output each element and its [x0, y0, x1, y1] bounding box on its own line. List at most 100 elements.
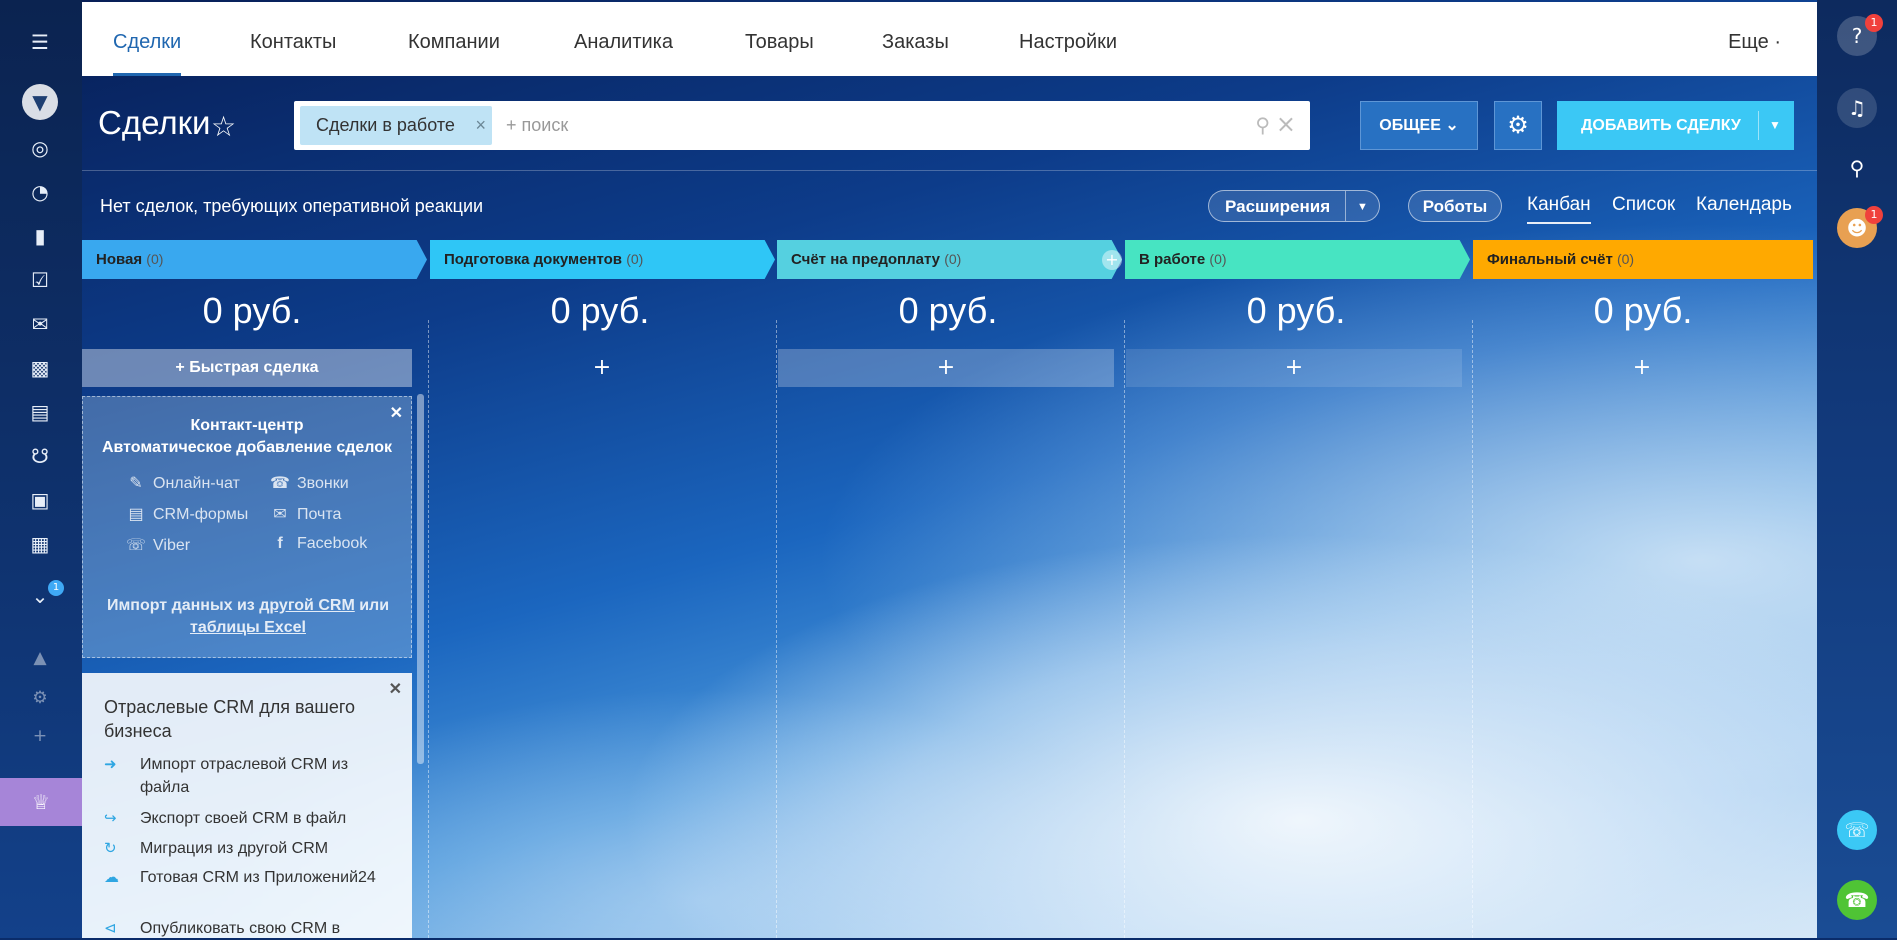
stage-header[interactable]: В работе (0): [1125, 240, 1470, 279]
page-title: Сделки: [98, 104, 211, 141]
stage-count: (0): [1616, 251, 1635, 267]
tab-products[interactable]: Товары: [745, 2, 814, 76]
stage-sum: 0 руб.: [1593, 290, 1693, 331]
inbox-icon[interactable]: ▤: [22, 394, 58, 430]
bell-icon[interactable]: ♫: [1837, 88, 1877, 128]
apps-icon[interactable]: ▦: [22, 526, 58, 562]
add-deal-plus[interactable]: +: [778, 349, 1114, 387]
right-sidebar: ? 1 ♫ ⚲ ☻ 1 ☏ ☎: [1817, 0, 1897, 938]
channel-viber[interactable]: ☏ Viber: [125, 535, 190, 555]
import-other-crm-link[interactable]: другой CRM: [259, 597, 355, 614]
column-divider: [1472, 320, 1473, 938]
stage-sum: 0 руб.: [1246, 290, 1346, 331]
scrollbar[interactable]: [417, 394, 424, 764]
stage-name: Подготовка документов: [444, 251, 623, 268]
target-icon[interactable]: ◎: [22, 130, 58, 166]
dropdown-arrow-icon[interactable]: ▼: [1357, 191, 1368, 223]
tab-analytics[interactable]: Аналитика: [574, 2, 673, 76]
robot-icon[interactable]: ▩: [22, 350, 58, 386]
tab-settings[interactable]: Настройки: [1019, 2, 1117, 76]
mail-icon[interactable]: ✉: [22, 306, 58, 342]
plus-icon[interactable]: +: [22, 718, 58, 754]
view-list[interactable]: Список: [1612, 194, 1675, 216]
window-icon[interactable]: ▣: [22, 482, 58, 518]
sitemap-icon[interactable]: ▲: [22, 640, 58, 676]
close-icon[interactable]: ✕: [389, 679, 402, 699]
clear-icon[interactable]: ×: [1276, 110, 1296, 138]
filter-chip-label: Сделки в работе: [316, 115, 455, 135]
search-input[interactable]: + поиск: [506, 101, 568, 150]
tab-orders[interactable]: Заказы: [882, 2, 949, 76]
migrate-icon: ↻: [104, 840, 117, 857]
chat-icon: ✎: [129, 475, 143, 492]
channel-calls[interactable]: ☎ Звонки: [269, 473, 349, 493]
add-deal-plus[interactable]: +: [1126, 349, 1462, 387]
call-icon[interactable]: ☎: [1837, 880, 1877, 920]
share-icon: ⊲: [104, 920, 117, 937]
phone-icon: ☎: [270, 475, 290, 492]
tab-companies[interactable]: Компании: [408, 2, 500, 76]
gear-icon[interactable]: ⚙: [1494, 101, 1542, 150]
viber-icon: ☏: [125, 537, 146, 554]
channel-livechat[interactable]: ✎ Онлайн-чат: [125, 473, 240, 493]
stage-header[interactable]: Подготовка документов (0): [430, 240, 775, 279]
stage-header[interactable]: Новая (0): [82, 240, 427, 279]
add-deal-plus[interactable]: +: [432, 349, 772, 387]
channel-mail[interactable]: ✉ Почта: [269, 504, 341, 524]
chevron-down-icon: ⌄: [1445, 117, 1459, 134]
view-kanban[interactable]: Канбан: [1527, 194, 1591, 224]
stage-name: Счёт на предоплату: [791, 251, 941, 268]
industry-item-label: Экспорт своей CRM в файл: [140, 810, 347, 827]
analytics-icon[interactable]: ▮: [22, 218, 58, 254]
view-calendar[interactable]: Календарь: [1696, 194, 1792, 216]
avatar-badge: 1: [1865, 206, 1883, 224]
add-deal-plus[interactable]: +: [1474, 349, 1810, 387]
general-button[interactable]: ОБЩЕЕ ⌄: [1360, 101, 1478, 150]
sidebar-badge: 1: [48, 580, 64, 596]
more-menu[interactable]: Еще ·: [1728, 2, 1781, 82]
crown-icon[interactable]: ♕: [0, 778, 82, 826]
general-button-label: ОБЩЕЕ: [1379, 117, 1441, 134]
import-text: Импорт данных из другой CRM или таблицы …: [95, 595, 401, 639]
menu-icon[interactable]: ☰: [22, 24, 58, 60]
stage-sum: 0 руб.: [550, 290, 650, 331]
search-bar[interactable]: Сделки в работе × + поиск ⚲ ×: [294, 101, 1310, 150]
import-mid: или: [354, 597, 390, 614]
filter-chip[interactable]: Сделки в работе ×: [300, 106, 492, 145]
import-icon: ➜: [104, 756, 117, 773]
facebook-icon: f: [277, 535, 283, 552]
extensions-button[interactable]: Расширения ▼: [1208, 190, 1380, 222]
search-icon[interactable]: ⚲: [1837, 148, 1877, 188]
robots-button[interactable]: Роботы: [1408, 190, 1502, 222]
tab-contacts[interactable]: Контакты: [250, 2, 336, 76]
import-excel-link[interactable]: таблицы Excel: [190, 619, 306, 636]
stage-name: В работе: [1139, 251, 1206, 268]
industry-crm-panel: ✕ Отраслевые CRM для вашего бизнеса ➜ Имп…: [82, 673, 412, 938]
channel-facebook[interactable]: f Facebook: [269, 535, 367, 553]
add-stage-icon[interactable]: +: [1102, 250, 1122, 270]
dropdown-arrow-icon[interactable]: ▼: [1769, 101, 1781, 150]
stage-header[interactable]: Финальный счёт (0): [1473, 240, 1813, 279]
phone-screen-icon[interactable]: ☏: [1837, 810, 1877, 850]
stage-header[interactable]: Счёт на предоплату (0): [777, 240, 1122, 279]
crm-funnel-icon[interactable]: ▼: [22, 84, 58, 120]
clock-icon[interactable]: ◔: [22, 174, 58, 210]
star-icon[interactable]: ☆: [211, 110, 236, 143]
quick-deal-button[interactable]: + Быстрая сделка: [82, 349, 412, 387]
magnifier-icon[interactable]: ⚲: [1255, 113, 1270, 137]
add-deal-button[interactable]: ДОБАВИТЬ СДЕЛКУ ▼: [1557, 101, 1794, 150]
channel-label: Звонки: [297, 475, 349, 492]
tasks-icon[interactable]: ☑: [22, 262, 58, 298]
notice-text: Нет сделок, требующих оперативной реакци…: [100, 196, 484, 216]
industry-item-label: Импорт отраслевой CRM из файла: [140, 756, 349, 796]
tab-deals[interactable]: Сделки: [113, 2, 182, 76]
channel-label: Viber: [153, 537, 191, 554]
stage-count: (0): [146, 251, 164, 267]
cart-icon[interactable]: ☋: [22, 438, 58, 474]
channel-label: Facebook: [297, 535, 368, 552]
chip-close-icon[interactable]: ×: [475, 106, 486, 145]
settings-icon[interactable]: ⚙: [22, 680, 58, 716]
channel-crm-forms[interactable]: ▤ CRM-формы: [125, 504, 248, 524]
industry-item-label: Готовая CRM из Приложений24: [140, 869, 376, 886]
import-prefix: Импорт данных из: [106, 597, 260, 614]
